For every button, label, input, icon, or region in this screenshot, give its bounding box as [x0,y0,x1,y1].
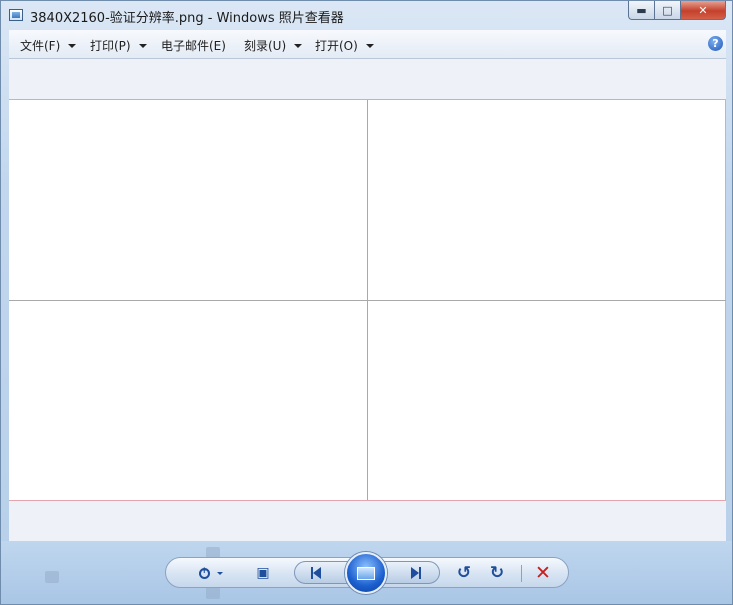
menu-open-label: 打开(O) [315,39,358,53]
background-folder-icon [45,571,59,583]
photo-viewer-window: 3840X2160-验证分辨率.png - Windows 照片查看器 ▬ □ … [0,0,733,605]
rotate-ccw-icon: ↺ [456,563,472,583]
maximize-icon: □ [662,3,673,17]
image-viewport[interactable] [9,59,726,541]
caption-buttons: ▬ □ ✕ [628,1,726,21]
menu-print-label: 打印(P) [90,39,131,53]
fit-to-window-icon: ▣ [256,565,270,581]
menu-open[interactable]: 打开(O) [315,37,374,54]
dropdown-arrow-icon [138,43,147,48]
menu-file-label: 文件(F) [20,39,61,53]
toolbar-separator [521,565,522,582]
previous-button[interactable] [307,563,327,583]
slideshow-icon [357,566,375,580]
dropdown-arrow-icon [294,43,303,48]
maximize-button[interactable]: □ [655,1,681,20]
rotate-clockwise-button[interactable]: ↻ [487,563,507,583]
zoom-dropdown-arrow-icon[interactable] [217,572,223,575]
window-title: 3840X2160-验证分辨率.png - Windows 照片查看器 [30,11,344,26]
background-file-icon [206,587,220,599]
menu-file[interactable]: 文件(F) [20,37,77,54]
close-icon: ✕ [698,3,708,17]
help-icon[interactable]: ? [708,36,723,51]
displayed-image[interactable] [9,99,726,501]
minimize-button[interactable]: ▬ [628,1,655,20]
actual-size-button[interactable]: ▣ [253,563,273,583]
next-button[interactable] [405,563,425,583]
menu-print[interactable]: 打印(P) [90,37,147,54]
menu-bar: 文件(F) 打印(P) 电子邮件(E) 刻录(U) 打开(O) ? [9,30,726,59]
minimize-icon: ▬ [636,3,647,17]
menu-email[interactable]: 电子邮件(E) [161,37,226,54]
delete-icon: ✕ [535,562,551,584]
dropdown-arrow-icon [68,43,77,48]
title-bar[interactable]: 3840X2160-验证分辨率.png - Windows 照片查看器 ▬ □ … [1,1,732,30]
delete-button[interactable]: ✕ [533,562,553,584]
close-button[interactable]: ✕ [681,1,726,20]
menu-burn-label: 刻录(U) [244,39,287,53]
photo-viewer-app-icon[interactable] [9,9,23,21]
rotate-counterclockwise-button[interactable]: ↺ [454,563,474,583]
rotate-cw-icon: ↻ [489,563,505,583]
zoom-icon [198,566,210,579]
slideshow-button[interactable] [345,552,387,594]
dropdown-arrow-icon [365,43,374,48]
zoom-button[interactable] [194,563,214,583]
menu-burn[interactable]: 刻录(U) [244,37,303,54]
menu-email-label: 电子邮件(E) [161,39,226,53]
viewer-control-bar: ▣ ↺ ↻ ✕ [165,552,569,594]
quadrant-divider-horizontal [9,300,726,301]
